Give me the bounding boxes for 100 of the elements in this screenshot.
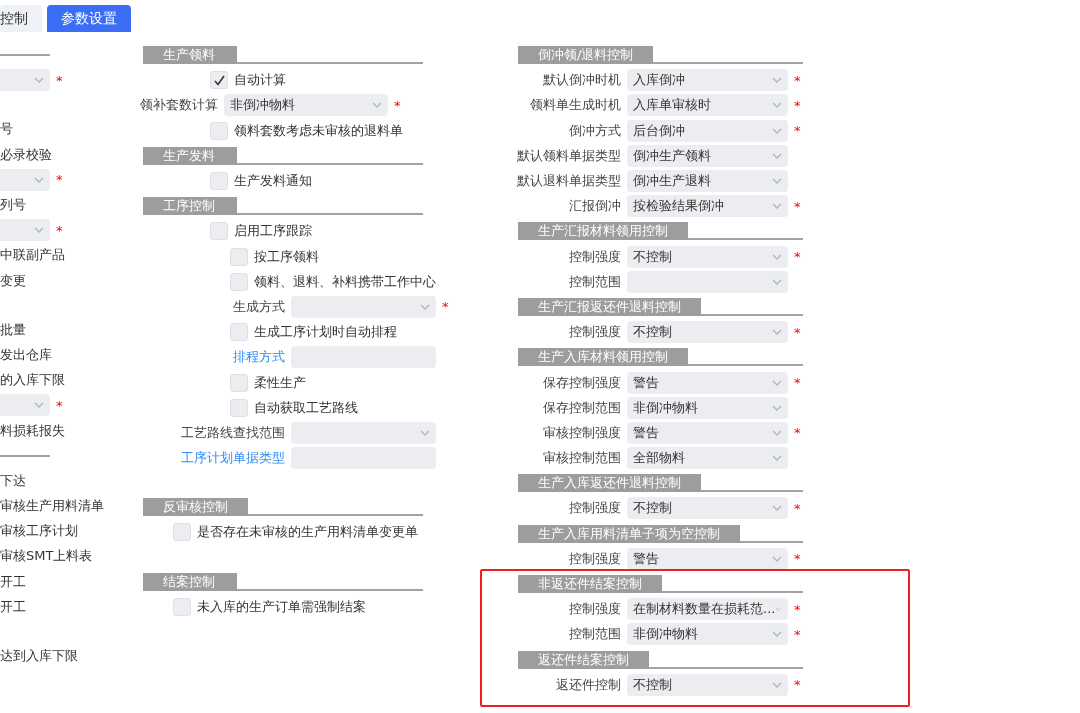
dropdown-field[interactable]: 警告 — [627, 371, 788, 394]
dropdown-field[interactable]: 不控制 — [627, 245, 788, 268]
section-title: 生产领料 — [143, 46, 237, 65]
chevron-down-icon — [772, 505, 782, 512]
dropdown-field[interactable]: 按检验结果倒冲 — [627, 195, 788, 218]
chevron-down-icon — [420, 303, 430, 310]
dropdown-field[interactable]: 入库单审核时 — [627, 94, 788, 117]
chevron-down-icon — [772, 631, 782, 638]
tab[interactable]: 控制 — [0, 5, 42, 32]
field-label: 保存控制强度 — [542, 373, 621, 392]
section-title: 生产入库返还件退料控制 — [518, 474, 701, 493]
option-label: 开工 — [0, 597, 26, 616]
dropdown-field[interactable]: 非倒冲物料 — [224, 94, 388, 117]
required-mark: * — [794, 626, 801, 642]
chevron-down-icon — [772, 203, 782, 210]
checkbox-label: 自动获取工艺路线 — [254, 398, 358, 417]
chevron-down-icon — [772, 455, 782, 462]
checkbox[interactable] — [230, 398, 248, 417]
required-mark: * — [442, 299, 449, 315]
field-label: 默认领料单据类型 — [516, 146, 621, 165]
checkbox[interactable] — [210, 172, 228, 191]
required-mark: * — [794, 551, 801, 567]
checkbox-label: 生产发料通知 — [234, 172, 312, 191]
checkbox[interactable] — [230, 247, 248, 266]
section-title: 生产汇报材料领用控制 — [518, 222, 688, 241]
option-label: 达到入库下限 — [0, 647, 78, 666]
chevron-down-icon — [772, 555, 782, 562]
checkbox[interactable] — [173, 523, 191, 542]
required-mark: * — [56, 72, 63, 88]
required-mark: * — [794, 198, 801, 214]
checkbox[interactable] — [230, 272, 248, 291]
required-mark: * — [794, 601, 801, 617]
dropdown-field[interactable]: 不控制 — [627, 673, 788, 696]
dropdown-field[interactable] — [291, 295, 436, 318]
dropdown-field[interactable]: 警告 — [627, 547, 788, 570]
checkbox[interactable] — [230, 323, 248, 342]
option-label: 批量 — [0, 320, 26, 339]
tab[interactable]: 参数设置 — [47, 5, 131, 32]
dropdown-field[interactable] — [0, 168, 50, 191]
section-title: 生产发料 — [143, 146, 237, 165]
section-title: 工序控制 — [143, 197, 237, 216]
checkbox[interactable] — [210, 71, 228, 90]
option-label: 中联副产品 — [0, 246, 65, 265]
checkbox[interactable] — [210, 222, 228, 241]
dropdown-field[interactable] — [627, 270, 788, 293]
dropdown-field[interactable] — [0, 219, 50, 242]
dropdown-field[interactable]: 在制材料数量在损耗范... — [627, 598, 788, 621]
dropdown-field[interactable]: 入库倒冲 — [627, 69, 788, 92]
field-label: 工艺路线查找范围 — [180, 423, 285, 442]
field-link[interactable]: 排程方式 — [140, 348, 285, 367]
field-label: 领补套数计算 — [140, 96, 218, 115]
field-label: 倒冲方式 — [568, 121, 621, 140]
chevron-down-icon — [772, 102, 782, 109]
field-label: 生成方式 — [232, 297, 285, 316]
checkbox[interactable] — [230, 373, 248, 392]
dropdown-field[interactable] — [291, 421, 436, 444]
field-label: 控制强度 — [568, 549, 621, 568]
section-title: 返还件结案控制 — [518, 650, 649, 669]
dropdown-field[interactable] — [0, 69, 50, 92]
chevron-down-icon — [775, 606, 782, 613]
chevron-down-icon — [34, 176, 44, 183]
chevron-down-icon — [772, 152, 782, 159]
required-mark: * — [56, 397, 63, 413]
chevron-down-icon — [34, 227, 44, 234]
dropdown-field[interactable]: 警告 — [627, 421, 788, 444]
section-title: 反审核控制 — [143, 498, 248, 517]
dropdown-field[interactable]: 后台倒冲 — [627, 119, 788, 142]
chevron-down-icon — [772, 77, 782, 84]
checkbox-label: 生成工序计划时自动排程 — [254, 323, 397, 342]
dropdown-field[interactable]: 全部物料 — [627, 447, 788, 470]
chevron-down-icon — [772, 379, 782, 386]
required-mark: * — [794, 425, 801, 441]
checkbox-label: 领料、退料、补料携带工作中心 — [254, 272, 436, 291]
chevron-down-icon — [372, 102, 382, 109]
checkbox[interactable] — [210, 121, 228, 140]
field-label: 控制强度 — [568, 247, 621, 266]
option-label: 必录校验 — [0, 145, 52, 164]
field-label: 控制强度 — [568, 600, 621, 619]
checkbox-label: 是否存在未审核的生产用料清单变更单 — [197, 523, 418, 542]
dropdown-field[interactable] — [0, 394, 50, 417]
dropdown-field[interactable]: 不控制 — [627, 321, 788, 344]
option-label: 发出仓库 — [0, 345, 52, 364]
dropdown-field[interactable]: 不控制 — [627, 497, 788, 520]
dropdown-field[interactable]: 非倒冲物料 — [627, 396, 788, 419]
chevron-down-icon — [772, 681, 782, 688]
dropdown-field[interactable]: 倒冲生产退料 — [627, 170, 788, 193]
required-mark: * — [794, 500, 801, 516]
checkbox[interactable] — [173, 597, 191, 616]
field-label: 控制强度 — [568, 499, 621, 518]
dropdown-field[interactable]: 非倒冲物料 — [627, 623, 788, 646]
field-label: 保存控制范围 — [542, 398, 621, 417]
required-mark: * — [794, 249, 801, 265]
chevron-down-icon — [772, 178, 782, 185]
checkbox-label: 按工序领料 — [254, 247, 319, 266]
chevron-down-icon — [772, 404, 782, 411]
required-mark: * — [794, 97, 801, 113]
chevron-down-icon — [420, 429, 430, 436]
option-label: 号 — [0, 120, 13, 139]
field-link[interactable]: 工序计划单据类型 — [140, 449, 285, 468]
dropdown-field[interactable]: 倒冲生产领料 — [627, 144, 788, 167]
